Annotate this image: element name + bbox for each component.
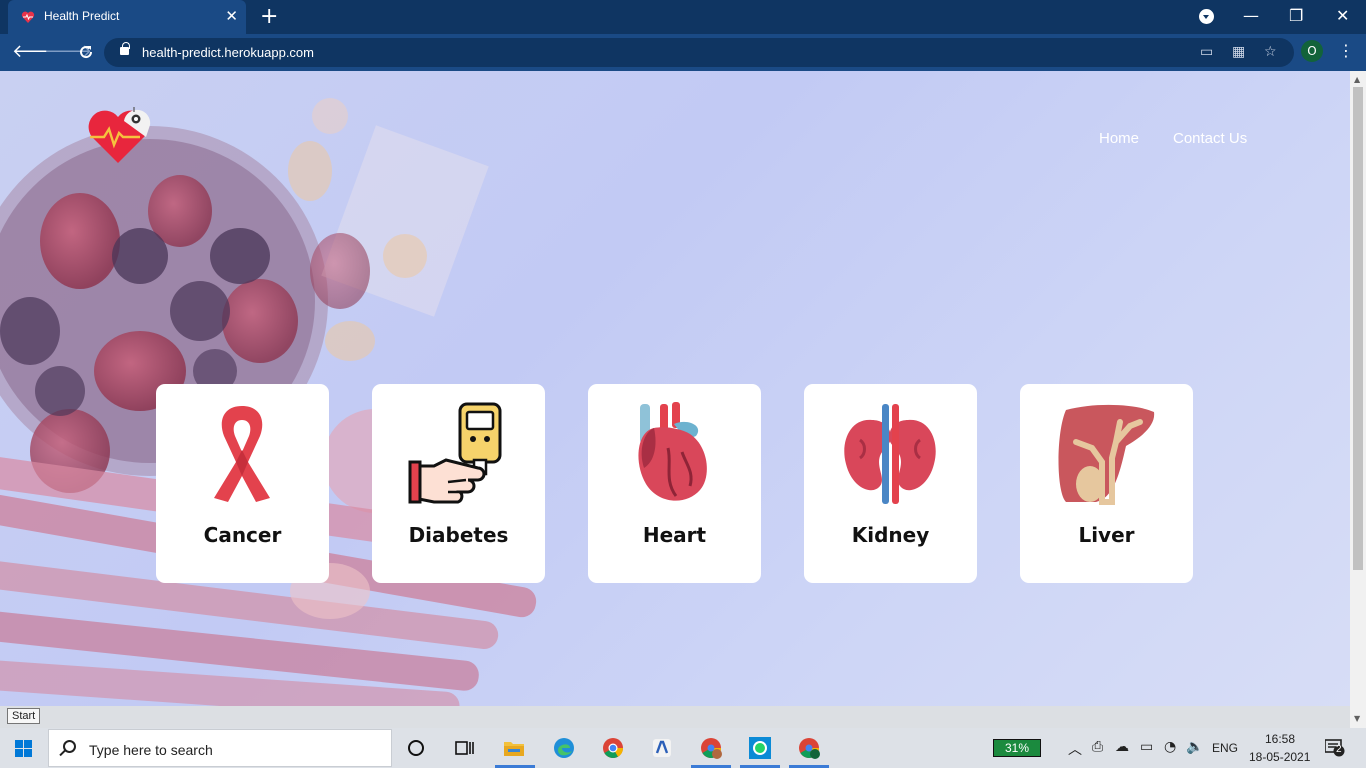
heart-favicon-icon [21, 11, 35, 23]
notifications-icon[interactable] [1325, 739, 1345, 757]
tab-close-icon[interactable]: ✕ [225, 8, 238, 24]
minimize-button[interactable]: — [1243, 6, 1259, 25]
close-window-button[interactable]: ✕ [1336, 6, 1349, 25]
card-kidney[interactable]: Kidney [804, 384, 977, 583]
cortana-icon[interactable] [404, 736, 428, 760]
page-viewport: Home Contact Us Cancer Diabetes Heart Ki… [0, 71, 1350, 706]
restore-button[interactable]: ❐ [1289, 6, 1303, 25]
clock-date[interactable]: 18-05-2021 [1249, 750, 1310, 764]
url-text[interactable]: health-predict.herokuapp.com [142, 45, 314, 60]
card-heart[interactable]: Heart [588, 384, 761, 583]
edge-icon[interactable] [552, 736, 576, 760]
card-label: Heart [642, 523, 707, 547]
new-tab-button[interactable]: + [260, 6, 278, 28]
chevron-up-icon[interactable]: ︿ [1068, 739, 1082, 759]
tab-search-icon[interactable] [1199, 9, 1214, 24]
qr-code-icon[interactable]: ▦ [1232, 44, 1245, 60]
address-bar[interactable]: health-predict.herokuapp.com ▭ ▦ ☆ [104, 38, 1294, 67]
chrome-window-icon[interactable] [797, 736, 821, 760]
app-icon[interactable] [650, 736, 674, 760]
notification-count: 2 [1336, 744, 1342, 755]
task-view-icon[interactable] [452, 736, 476, 760]
scroll-up-icon[interactable]: ▲ [1354, 75, 1360, 84]
language-indicator[interactable]: ENG [1212, 741, 1238, 755]
tab-title: Health Predict [44, 9, 120, 23]
volume-icon[interactable]: 🔈 [1186, 739, 1203, 755]
liver-icon [1058, 404, 1155, 505]
chrome-icon[interactable] [601, 736, 625, 760]
card-label: Kidney [851, 523, 930, 547]
card-label: Cancer [203, 523, 282, 547]
browser-tab[interactable]: Health Predict ✕ [8, 0, 246, 34]
battery-icon[interactable]: ▭ [1140, 739, 1153, 755]
card-liver[interactable]: Liver [1020, 384, 1193, 583]
whatsapp-icon[interactable] [748, 736, 772, 760]
search-icon [63, 740, 76, 753]
wifi-icon[interactable]: ◔ [1164, 739, 1176, 755]
menu-dots-icon[interactable]: ⋮ [1338, 40, 1354, 62]
health-predict-logo[interactable] [86, 101, 154, 169]
page-scrollbar[interactable]: ▲ ▼ [1350, 71, 1366, 728]
file-explorer-icon[interactable] [502, 736, 526, 760]
cast-icon[interactable]: ▭ [1200, 44, 1213, 60]
card-cancer[interactable]: Cancer [156, 384, 329, 583]
scroll-thumb[interactable] [1353, 87, 1363, 570]
clock-time[interactable]: 16:58 [1265, 732, 1295, 746]
cancer-ribbon-icon [214, 406, 270, 502]
browser-toolbar: 🡐 🡒 health-predict.herokuapp.com ▭ ▦ ☆ O… [0, 34, 1366, 71]
meet-now-icon[interactable]: ⎙ [1092, 739, 1103, 755]
start-tooltip: Start [7, 708, 41, 724]
search-placeholder[interactable]: Type here to search [89, 742, 213, 758]
reload-icon[interactable] [78, 44, 94, 60]
bookmark-star-icon[interactable]: ☆ [1264, 44, 1277, 60]
windows-start-icon[interactable] [15, 740, 32, 757]
kidney-icon [844, 404, 936, 504]
windows-taskbar: Type here to search 31% ︿ ⎙ ☁ ▭ ◔ 🔈 ENG … [0, 728, 1366, 768]
taskbar-search-box[interactable]: Type here to search [48, 729, 392, 767]
nav-contact-link[interactable]: Contact Us [1173, 130, 1247, 147]
card-label: Liver [1078, 523, 1135, 547]
card-label: Diabetes [408, 523, 509, 547]
onedrive-icon[interactable]: ☁ [1115, 739, 1129, 755]
heart-organ-icon [638, 402, 707, 501]
horizontal-strip [0, 706, 1350, 728]
browser-tab-strip: Health Predict ✕ + — ❐ ✕ [0, 0, 1366, 34]
profile-avatar[interactable]: O [1301, 40, 1323, 62]
battery-indicator[interactable]: 31% [993, 739, 1041, 757]
glucometer-icon [408, 402, 502, 504]
chrome-profile-icon[interactable] [699, 736, 723, 760]
nav-home-link[interactable]: Home [1099, 130, 1139, 147]
card-diabetes[interactable]: Diabetes [372, 384, 545, 583]
lock-icon[interactable] [120, 42, 130, 55]
scroll-down-icon[interactable]: ▼ [1354, 714, 1360, 723]
